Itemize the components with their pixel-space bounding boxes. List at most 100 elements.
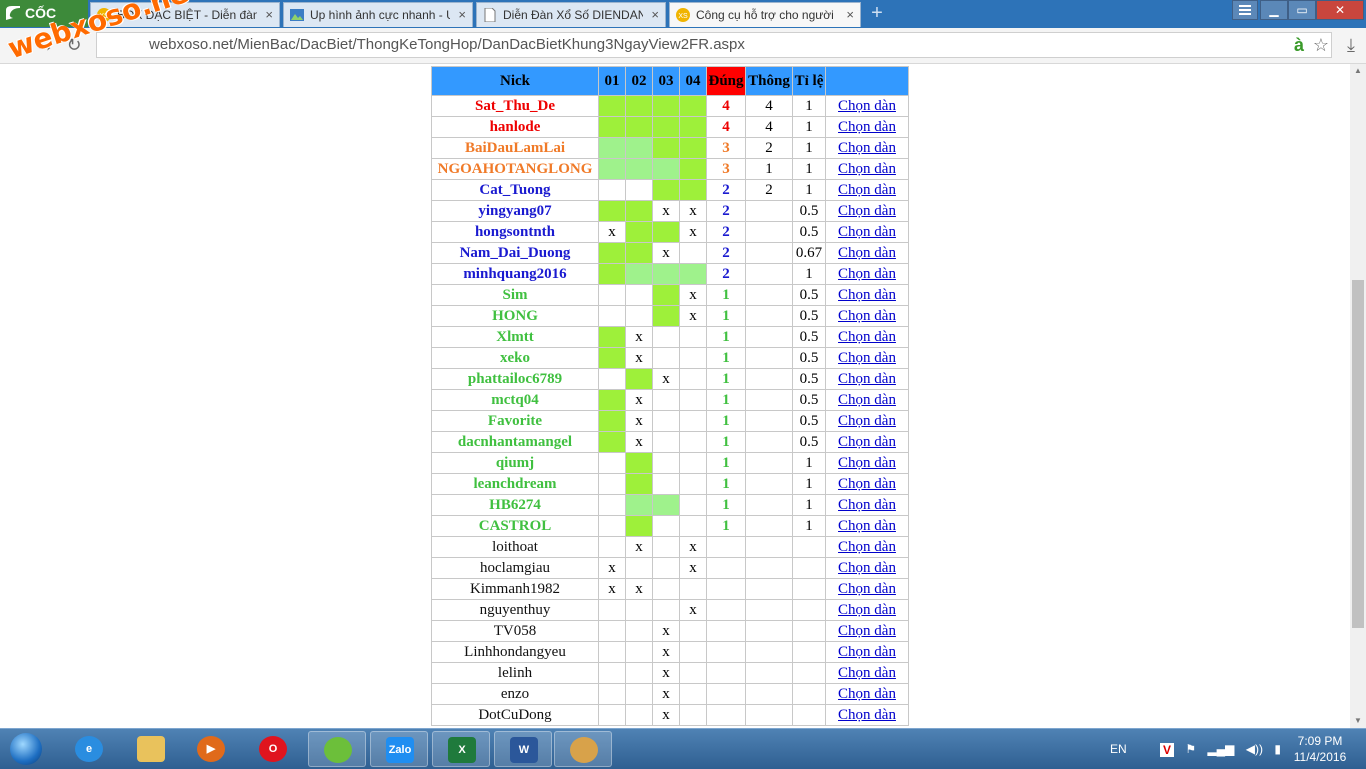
scroll-down-arrow-icon[interactable]: ▼ (1350, 714, 1366, 728)
day-cell-3 (652, 284, 680, 306)
thong-cell (745, 368, 793, 390)
page-scrollbar[interactable]: ▲ ▼ (1350, 64, 1366, 728)
day-cell-3: x (652, 368, 680, 390)
dung-cell (706, 536, 746, 558)
maximize-button[interactable]: ▭ (1288, 0, 1316, 20)
table-row: leanchdream 1 1 Chọn dàn (431, 473, 909, 495)
scrollbar-thumb[interactable] (1352, 280, 1364, 628)
chon-dan-link[interactable]: Chọn dàn (838, 140, 896, 156)
table-row: loithoat x x Chọn dàn (431, 536, 909, 558)
network-icon[interactable]: ▂▄▆ (1207, 742, 1234, 756)
chon-dan-link[interactable]: Chọn dàn (838, 518, 896, 534)
taskbar-explorer[interactable] (122, 731, 180, 767)
chon-dan-link[interactable]: Chọn dàn (838, 329, 896, 345)
tray-icons[interactable]: V ⚑ ▂▄▆ ◀)) ▮ (1160, 729, 1281, 769)
battery-icon[interactable]: ▮ (1274, 742, 1281, 756)
table-row: enzo x Chọn dàn (431, 683, 909, 705)
taskbar-paint[interactable] (554, 731, 612, 767)
window-menu-button[interactable] (1232, 0, 1258, 20)
chon-dan-link[interactable]: Chọn dàn (838, 392, 896, 408)
nick-cell: yingyang07 (431, 200, 599, 222)
tile-cell: 0.5 (792, 347, 826, 369)
nick-cell: nguyenthuy (431, 599, 599, 621)
chon-dan-link[interactable]: Chọn dàn (838, 266, 896, 282)
nick-cell: NGOAHOTANGLONG (431, 158, 599, 180)
thong-cell (745, 326, 793, 348)
chon-dan-link[interactable]: Chọn dàn (838, 413, 896, 429)
day-cell-4 (679, 641, 707, 663)
start-button[interactable] (4, 731, 48, 767)
bookmark-star-icon[interactable]: ☆ (1310, 34, 1332, 56)
scroll-up-arrow-icon[interactable]: ▲ (1350, 64, 1366, 78)
action-cell: Chọn dàn (825, 158, 909, 180)
taskbar-opera[interactable]: O (244, 731, 302, 767)
day-cell-1 (598, 326, 626, 348)
table-row: NGOAHOTANGLONG 3 1 1 Chọn dàn (431, 158, 909, 180)
taskbar-excel[interactable]: X (432, 731, 490, 767)
dung-cell: 1 (706, 473, 746, 495)
chon-dan-link[interactable]: Chọn dàn (838, 161, 896, 177)
minimize-button[interactable]: ▁ (1260, 0, 1288, 20)
taskbar-word[interactable]: W (494, 731, 552, 767)
chon-dan-link[interactable]: Chọn dàn (838, 665, 896, 681)
nick-cell: dacnhantamangel (431, 431, 599, 453)
nick-cell: DotCuDong (431, 704, 599, 726)
download-icon[interactable]: ⤓ (1340, 34, 1362, 56)
close-window-button[interactable]: ✕ (1316, 0, 1364, 20)
chon-dan-link[interactable]: Chọn dàn (838, 686, 896, 702)
volume-icon[interactable]: ◀)) (1246, 742, 1263, 756)
taskbar-ie[interactable]: e (60, 731, 118, 767)
tile-cell (792, 578, 826, 600)
taskbar-zalo[interactable]: Zalo (370, 731, 428, 767)
chon-dan-link[interactable]: Chọn dàn (838, 308, 896, 324)
chon-dan-link[interactable]: Chọn dàn (838, 476, 896, 492)
chon-dan-link[interactable]: Chọn dàn (838, 560, 896, 576)
action-cell: Chọn dàn (825, 536, 909, 558)
header-thong: Thông (745, 66, 793, 96)
day-cell-3: x (652, 662, 680, 684)
tab-close-icon[interactable]: × (651, 3, 659, 27)
translate-icon[interactable]: à (1288, 34, 1310, 56)
chon-dan-link[interactable]: Chọn dàn (838, 224, 896, 240)
unikey-icon[interactable]: V (1160, 742, 1174, 757)
chon-dan-link[interactable]: Chọn dàn (838, 371, 896, 387)
address-bar[interactable]: webxoso.net/MienBac/DacBiet/ThongKeTongH… (96, 32, 1332, 58)
flag-icon[interactable]: ⚑ (1185, 742, 1196, 756)
chon-dan-link[interactable]: Chọn dàn (838, 602, 896, 618)
tab-close-icon[interactable]: × (458, 3, 466, 27)
language-indicator[interactable]: EN (1110, 729, 1127, 769)
tab-up-hinh-anh[interactable]: Up hình ảnh cực nhanh - U × (283, 2, 473, 27)
nick-cell: mctq04 (431, 389, 599, 411)
tile-cell: 1 (792, 473, 826, 495)
system-clock[interactable]: 7:09 PM 11/4/2016 (1282, 733, 1358, 765)
chon-dan-link[interactable]: Chọn dàn (838, 287, 896, 303)
tab-cong-cu-ho-tro[interactable]: XS Công cụ hỗ trợ cho người × (669, 2, 861, 27)
chon-dan-link[interactable]: Chọn dàn (838, 497, 896, 513)
chon-dan-link[interactable]: Chọn dàn (838, 119, 896, 135)
day-cell-1 (598, 116, 626, 138)
tab-close-icon[interactable]: × (265, 3, 273, 27)
chon-dan-link[interactable]: Chọn dàn (838, 98, 896, 114)
chon-dan-link[interactable]: Chọn dàn (838, 581, 896, 597)
new-tab-button[interactable]: + (866, 3, 888, 23)
action-cell: Chọn dàn (825, 305, 909, 327)
taskbar-media-player[interactable]: ▶ (182, 731, 240, 767)
chon-dan-link[interactable]: Chọn dàn (838, 203, 896, 219)
day-cell-1 (598, 515, 626, 537)
action-cell: Chọn dàn (825, 389, 909, 411)
chon-dan-link[interactable]: Chọn dàn (838, 350, 896, 366)
menu-lines-icon (1239, 5, 1251, 15)
day-cell-2 (625, 305, 653, 327)
chon-dan-link[interactable]: Chọn dàn (838, 434, 896, 450)
tab-dien-dan-xo-so[interactable]: Diễn Đàn Xổ Số DIENDAN × (476, 2, 666, 27)
chon-dan-link[interactable]: Chọn dàn (838, 707, 896, 723)
chon-dan-link[interactable]: Chọn dàn (838, 539, 896, 555)
action-cell: Chọn dàn (825, 410, 909, 432)
chon-dan-link[interactable]: Chọn dàn (838, 644, 896, 660)
tab-close-icon[interactable]: × (846, 3, 854, 27)
chon-dan-link[interactable]: Chọn dàn (838, 623, 896, 639)
chon-dan-link[interactable]: Chọn dàn (838, 455, 896, 471)
taskbar-coccoc[interactable] (308, 731, 366, 767)
chon-dan-link[interactable]: Chọn dàn (838, 182, 896, 198)
chon-dan-link[interactable]: Chọn dàn (838, 245, 896, 261)
